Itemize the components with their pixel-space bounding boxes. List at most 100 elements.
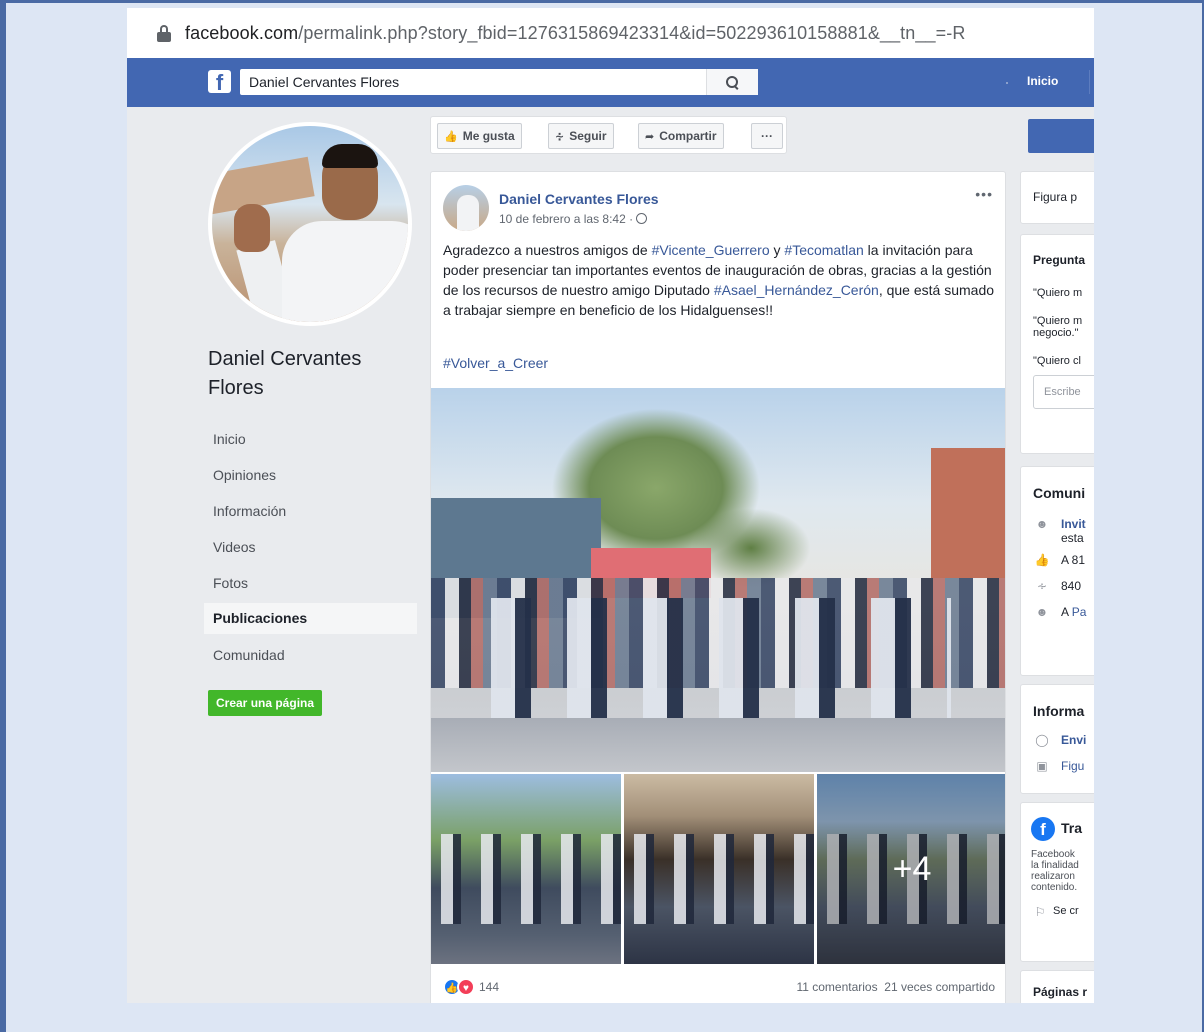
sidebar-info-card: Informa ◯ Envi ▣ Figu [1020, 684, 1094, 794]
search-button[interactable] [706, 69, 758, 95]
lock-icon [157, 24, 171, 42]
transparency-header: f Tra [1031, 817, 1089, 841]
post-main-photo[interactable] [431, 388, 1005, 772]
love-reaction-icon: ♥ [457, 978, 475, 996]
people-icon: ☻ [1035, 605, 1049, 619]
nav-separator-dot [1006, 82, 1008, 84]
reaction-count[interactable]: 144 [479, 980, 499, 994]
question-item[interactable]: "Quiero m [1033, 287, 1087, 299]
shares-count[interactable]: 21 veces compartido [884, 980, 995, 994]
address-bar[interactable]: facebook.com/permalink.php?story_fbid=12… [127, 8, 1094, 58]
page-category[interactable]: Figura p [1033, 190, 1087, 204]
globe-icon [636, 213, 648, 224]
hashtag-link[interactable]: #Tecomatlan [784, 242, 863, 258]
rss-icon: ∻ [555, 130, 565, 143]
questions-title: Pregunta [1033, 253, 1086, 267]
post-photo-thumbnail[interactable] [624, 774, 814, 964]
nav-item-comunidad[interactable]: Comunidad [204, 637, 417, 673]
rss-icon: ∻ [1036, 579, 1048, 593]
nav-item-videos[interactable]: Videos [204, 529, 417, 565]
search-icon [726, 75, 739, 89]
friend-link[interactable]: Pa [1072, 605, 1087, 619]
nav-item-informacion[interactable]: Información [204, 493, 417, 529]
community-row: ☻ A Pa [1033, 605, 1087, 619]
profile-picture[interactable] [208, 122, 412, 326]
sidebar-related-pages-card: Páginas r [1020, 970, 1094, 1003]
facebook-circle-icon: f [1031, 817, 1055, 841]
url-text[interactable]: facebook.com/permalink.php?story_fbid=12… [185, 23, 965, 44]
post-author-avatar[interactable] [443, 185, 489, 231]
community-row: ∻ 840 [1033, 579, 1087, 593]
nav-home-link[interactable]: Inicio [1027, 74, 1058, 88]
nav-item-inicio[interactable]: Inicio [204, 421, 417, 457]
question-input[interactable]: Escribe [1033, 375, 1094, 409]
transparency-title: Tra [1061, 820, 1083, 837]
url-host: facebook.com [185, 22, 299, 43]
url-path: /permalink.php?story_fbid=12763158694233… [298, 22, 966, 43]
category-link[interactable]: Figu [1061, 759, 1084, 773]
sidebar-transparency-card: f Tra Facebook la finalidad realizaron co… [1020, 802, 1094, 962]
share-label: Compartir [659, 129, 717, 143]
facebook-logo-icon[interactable]: f [208, 70, 231, 93]
hashtag-link[interactable]: #Asael_Hernández_Cerón [714, 282, 879, 298]
post-options-icon[interactable]: ••• [975, 186, 993, 202]
more-actions-button[interactable]: ··· [751, 123, 783, 149]
people-icon: ☻ [1035, 517, 1049, 531]
info-row: ▣ Figu [1033, 759, 1087, 773]
window-frame-top [0, 0, 1204, 3]
nav-divider [1089, 70, 1090, 94]
invite-link[interactable]: Invit [1061, 517, 1086, 531]
nav-item-publicaciones[interactable]: Publicaciones [204, 603, 417, 634]
question-item-continued[interactable]: negocio." [1033, 327, 1087, 339]
like-page-button[interactable]: 👍 Me gusta [437, 123, 522, 149]
info-row: ◯ Envi [1033, 733, 1087, 747]
window-frame-left [0, 0, 6, 1032]
more-photos-overlay[interactable]: +4 [817, 774, 1005, 964]
search-input[interactable]: Daniel Cervantes Flores [240, 74, 706, 90]
question-item[interactable]: "Quiero cl [1033, 355, 1087, 367]
nav-item-opiniones[interactable]: Opiniones [204, 457, 417, 493]
related-pages-title: Páginas r [1033, 985, 1088, 999]
hashtag-link[interactable]: #Volver_a_Creer [443, 355, 548, 371]
post-photo-thumbnail[interactable]: +4 [817, 774, 1005, 964]
browser-screenshot: facebook.com/permalink.php?story_fbid=12… [127, 8, 1094, 1003]
page-primary-button[interactable] [1028, 119, 1094, 153]
flag-icon: ⚐ [1034, 905, 1046, 919]
hashtag-link[interactable]: #Vicente_Guerrero [652, 242, 770, 258]
transparency-text: realizaron [1031, 871, 1075, 882]
comments-count[interactable]: 11 comentarios [796, 980, 877, 994]
like-label: Me gusta [462, 129, 515, 143]
created-text: Se cr [1053, 905, 1079, 917]
nav-item-fotos[interactable]: Fotos [204, 565, 417, 601]
post-timestamp[interactable]: 10 de febrero a las 8:42 · [499, 212, 648, 226]
community-row: ☻ Invit esta [1033, 517, 1087, 545]
transparency-row: ⚐ Se cr [1031, 905, 1089, 919]
search-field[interactable]: Daniel Cervantes Flores [240, 69, 758, 95]
transparency-text: Facebook [1031, 849, 1075, 860]
question-item[interactable]: "Quiero m [1033, 315, 1087, 327]
profile-photo [212, 126, 408, 322]
facebook-top-bar: f Daniel Cervantes Flores Inicio [127, 58, 1094, 107]
post-author-name[interactable]: Daniel Cervantes Flores [499, 191, 659, 207]
thumbs-up-icon: 👍 [1034, 553, 1050, 567]
send-message-link[interactable]: Envi [1061, 733, 1086, 747]
follow-button[interactable]: ∻ Seguir [548, 123, 614, 149]
category-icon: ▣ [1036, 759, 1048, 773]
page-title[interactable]: Daniel Cervantes Flores [208, 345, 418, 403]
transparency-text: la finalidad [1031, 860, 1079, 871]
followers-text: 840 [1061, 579, 1082, 593]
likes-text: A 81 [1061, 553, 1086, 567]
messenger-icon: ◯ [1035, 733, 1049, 747]
sidebar-questions-card: Pregunta "Quiero m "Quiero m negocio." "… [1020, 234, 1094, 454]
page-navigation: Inicio Opiniones Información Videos Foto… [204, 421, 417, 673]
follow-label: Seguir [569, 129, 607, 143]
post-photo-thumbnail[interactable] [431, 774, 621, 964]
friends-text: A Pa [1061, 605, 1086, 619]
create-page-button[interactable]: Crear una página [208, 690, 323, 716]
share-arrow-icon: ➦ [645, 130, 655, 143]
page-action-bar: 👍 Me gusta ∻ Seguir ➦ Compartir ··· [430, 116, 787, 154]
share-button[interactable]: ➦ Compartir [638, 123, 724, 149]
community-row: 👍 A 81 [1033, 553, 1087, 567]
post-text: Agradezco a nuestros amigos de #Vicente_… [443, 240, 999, 320]
more-actions-label: ··· [761, 129, 773, 143]
